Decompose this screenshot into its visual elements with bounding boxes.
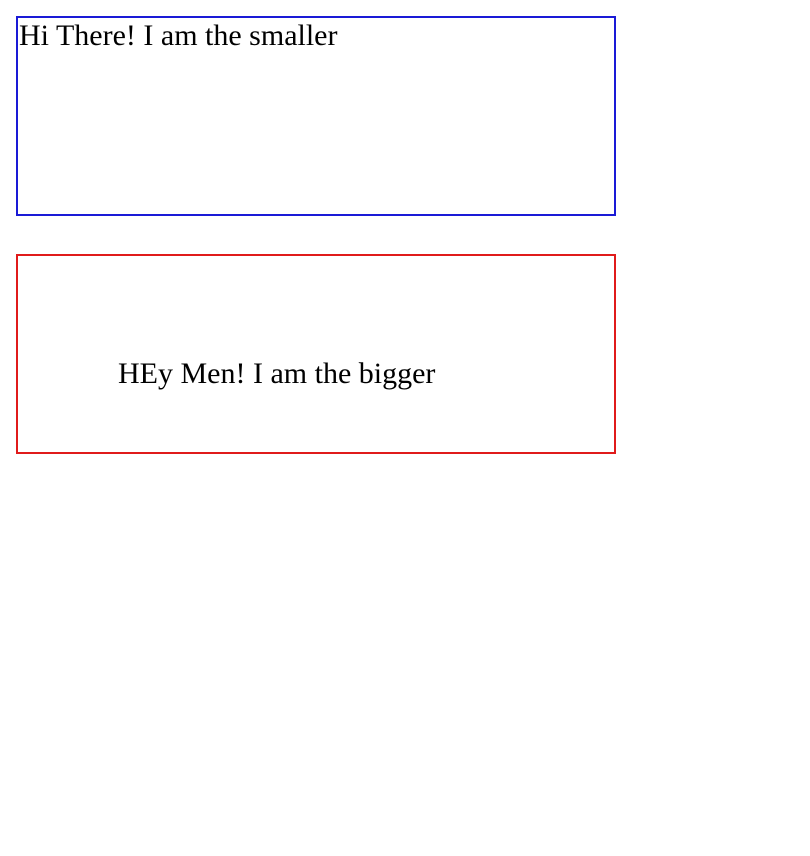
smaller-box: Hi There! I am the smaller bbox=[16, 16, 616, 216]
bigger-box-text: HEy Men! I am the bigger bbox=[118, 357, 436, 390]
bigger-box: HEy Men! I am the bigger bbox=[16, 254, 616, 454]
smaller-box-text: Hi There! I am the smaller bbox=[19, 19, 338, 52]
